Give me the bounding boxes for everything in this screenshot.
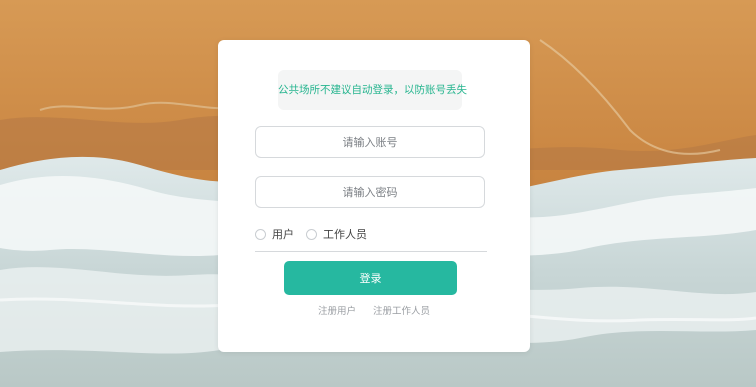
- radio-icon[interactable]: [306, 228, 317, 240]
- radio-icon[interactable]: [255, 228, 266, 240]
- password-input[interactable]: [255, 176, 485, 208]
- role-option-user[interactable]: 用户: [255, 226, 294, 242]
- login-card: 公共场所不建议自动登录，以防账号丢失 用户 工作人员 登录 注册用户 注册工作人…: [218, 40, 530, 352]
- register-user-link[interactable]: 注册用户: [318, 306, 356, 317]
- login-button[interactable]: 登录: [284, 261, 457, 295]
- register-links: 注册用户 注册工作人员: [218, 303, 530, 317]
- register-staff-link[interactable]: 注册工作人员: [373, 306, 430, 317]
- account-input[interactable]: [255, 126, 485, 158]
- role-option-staff[interactable]: 工作人员: [306, 226, 367, 242]
- role-label-staff: 工作人员: [323, 228, 367, 241]
- role-label-user: 用户: [272, 228, 294, 241]
- role-selector: 用户 工作人员: [255, 227, 487, 252]
- security-notice: 公共场所不建议自动登录，以防账号丢失: [278, 70, 467, 110]
